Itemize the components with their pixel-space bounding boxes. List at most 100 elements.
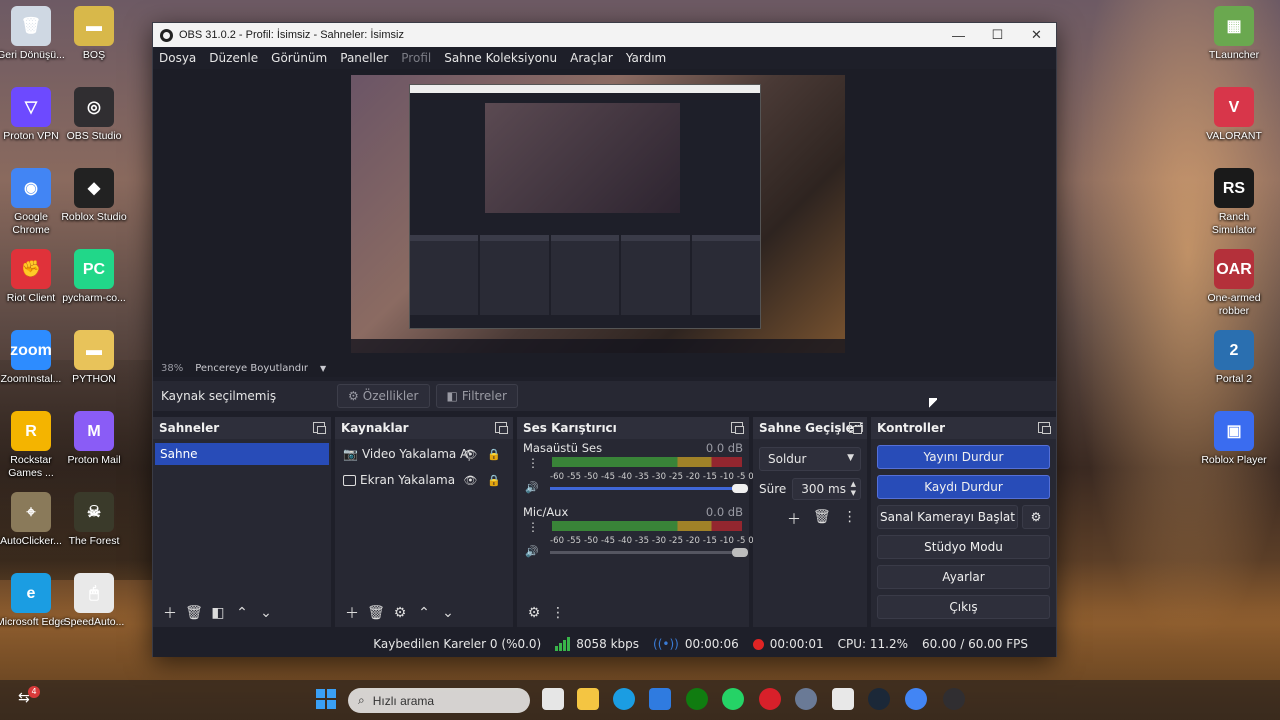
source-item[interactable]: Ekran Yakalama 👁 🔒 bbox=[335, 467, 513, 493]
desktop-icon[interactable]: ◆ Roblox Studio bbox=[58, 168, 130, 224]
menu-yardim[interactable]: Yardım bbox=[626, 51, 666, 65]
menu-duzenle[interactable]: Düzenle bbox=[209, 51, 258, 65]
menu-profil[interactable]: Profil bbox=[401, 51, 431, 65]
desktop-icon[interactable]: OAR One-armed robber bbox=[1198, 249, 1270, 318]
desktop-icon[interactable]: PC pycharm-co... bbox=[58, 249, 130, 305]
minimize-button[interactable]: — bbox=[939, 23, 978, 47]
speaker-icon[interactable]: 🔊 bbox=[525, 481, 539, 494]
transition-select[interactable]: Soldur ▼ bbox=[759, 447, 861, 471]
file-explorer-icon[interactable] bbox=[577, 688, 599, 710]
more-options-icon[interactable]: ⋮ bbox=[527, 521, 539, 533]
desktop-icon[interactable]: ▦ TLauncher bbox=[1198, 6, 1270, 62]
eye-icon[interactable]: 👁 bbox=[463, 474, 477, 487]
undock-icon[interactable] bbox=[1038, 422, 1051, 434]
gear-icon[interactable]: ⚙ bbox=[389, 605, 411, 621]
desktop-icon[interactable]: ▬ BOŞ bbox=[58, 6, 130, 62]
chrome-icon[interactable] bbox=[905, 688, 927, 710]
speaker-icon[interactable]: 🔊 bbox=[525, 545, 539, 558]
trash-icon[interactable]: 🗑 bbox=[183, 605, 205, 621]
settings-icon[interactable] bbox=[795, 688, 817, 710]
more-options-icon[interactable]: ⋮ bbox=[547, 605, 569, 621]
arrow-down-icon[interactable]: ⌄ bbox=[255, 605, 277, 621]
opera-icon[interactable] bbox=[759, 688, 781, 710]
menu-dosya[interactable]: Dosya bbox=[159, 51, 196, 65]
desktop-icon[interactable]: zoom ZoomInstal... bbox=[0, 330, 67, 386]
trash-icon[interactable]: 🗑 bbox=[813, 509, 831, 529]
xbox-icon[interactable] bbox=[686, 688, 708, 710]
more-options-icon[interactable]: ⋮ bbox=[843, 509, 857, 529]
stop-stream-button[interactable]: Yayını Durdur bbox=[877, 445, 1050, 469]
no-source-selected: Kaynak seçilmemiş bbox=[161, 389, 277, 403]
volume-slider[interactable] bbox=[550, 484, 748, 493]
lock-icon[interactable]: 🔒 bbox=[487, 474, 501, 487]
desktop-icon[interactable]: 🗑 Geri Dönüşü... bbox=[0, 6, 67, 62]
undock-icon[interactable] bbox=[313, 422, 326, 434]
steam-icon[interactable] bbox=[868, 688, 890, 710]
desktop-icon[interactable]: ▽ Proton VPN bbox=[0, 87, 67, 143]
undock-icon[interactable] bbox=[731, 422, 744, 434]
close-button[interactable]: ✕ bbox=[1017, 23, 1056, 47]
gear-icon[interactable]: ⚙ bbox=[523, 605, 545, 621]
desktop-icon[interactable]: ✊ Riot Client bbox=[0, 249, 67, 305]
menu-paneller[interactable]: Paneller bbox=[340, 51, 388, 65]
filters-button[interactable]: ◧ Filtreler bbox=[435, 384, 518, 408]
arrow-down-icon[interactable]: ⌄ bbox=[437, 605, 459, 621]
menu-araclar[interactable]: Araçlar bbox=[570, 51, 613, 65]
duration-input[interactable]: 300 ms ▲ ▼ bbox=[792, 478, 861, 500]
desktop-icon[interactable]: 2 Portal 2 bbox=[1198, 330, 1270, 386]
arrow-up-icon[interactable]: ⌃ bbox=[231, 605, 253, 621]
properties-button[interactable]: ⚙ Özellikler bbox=[337, 384, 430, 408]
eye-icon[interactable]: 👁 bbox=[463, 448, 477, 461]
edge-icon[interactable] bbox=[613, 688, 635, 710]
desktop-icon[interactable]: ⌖ AutoClicker... bbox=[0, 492, 67, 548]
menu-sahne-koleksiyonu[interactable]: Sahne Koleksiyonu bbox=[444, 51, 557, 65]
desktop-icon[interactable]: ◎ OBS Studio bbox=[58, 87, 130, 143]
obs-taskbar-icon[interactable] bbox=[943, 688, 965, 710]
undock-icon[interactable] bbox=[495, 422, 508, 434]
vpn-icon[interactable] bbox=[832, 688, 854, 710]
source-item[interactable]: 📷 Video Yakalama Aygıt 👁 🔒 bbox=[335, 441, 513, 467]
arrow-up-icon[interactable]: ⌃ bbox=[413, 605, 435, 621]
maximize-button[interactable]: ☐ bbox=[978, 23, 1017, 47]
scene-item[interactable]: Sahne bbox=[155, 443, 329, 465]
desktop-icon[interactable]: M Proton Mail bbox=[58, 411, 130, 467]
desktop-icon[interactable]: 🖱 SpeedAuto... bbox=[58, 573, 130, 629]
chevron-down-icon[interactable]: ▼ bbox=[320, 364, 326, 373]
app-icon: V bbox=[1214, 87, 1254, 127]
add-icon[interactable]: ＋ bbox=[787, 509, 801, 529]
whatsapp-icon[interactable] bbox=[722, 688, 744, 710]
slider-knob[interactable] bbox=[732, 548, 748, 557]
volume-slider[interactable] bbox=[550, 548, 748, 557]
store-icon[interactable] bbox=[649, 688, 671, 710]
desktop-icon[interactable]: e Microsoft Edge bbox=[0, 573, 67, 629]
lock-icon[interactable]: 🔒 bbox=[487, 448, 501, 461]
desktop-icon[interactable]: ☠ The Forest bbox=[58, 492, 130, 548]
desktop-icon[interactable]: V VALORANT bbox=[1198, 87, 1270, 143]
desktop-icon[interactable]: RS Ranch Simulator bbox=[1198, 168, 1270, 237]
virtual-camera-settings-button[interactable]: ⚙ bbox=[1022, 505, 1050, 529]
start-button[interactable] bbox=[316, 689, 336, 709]
stop-record-button[interactable]: Kaydı Durdur bbox=[877, 475, 1050, 499]
scale-mode-dropdown[interactable]: Pencereye Boyutlandır bbox=[195, 363, 308, 374]
title-bar[interactable]: OBS 31.0.2 - Profil: İsimsiz - Sahneler:… bbox=[153, 23, 1056, 47]
slider-knob[interactable] bbox=[732, 484, 748, 493]
settings-button[interactable]: Ayarlar bbox=[877, 565, 1050, 589]
trash-icon[interactable]: 🗑 bbox=[365, 605, 387, 621]
desktop-icon[interactable]: R Rockstar Games ... bbox=[0, 411, 67, 480]
studio-mode-button[interactable]: Stüdyo Modu bbox=[877, 535, 1050, 559]
taskbar-search[interactable]: ⌕ Hızlı arama bbox=[348, 688, 530, 713]
preview-canvas[interactable] bbox=[351, 75, 845, 353]
desktop-icon[interactable]: ▬ PYTHON bbox=[58, 330, 130, 386]
menu-gorunum[interactable]: Görünüm bbox=[271, 51, 327, 65]
desktop-icon[interactable]: ▣ Roblox Player bbox=[1198, 411, 1270, 467]
undock-icon[interactable] bbox=[849, 422, 862, 434]
desktop-icon[interactable]: ◉ Google Chrome bbox=[0, 168, 67, 237]
more-options-icon[interactable]: ⋮ bbox=[527, 457, 539, 469]
virtual-camera-button[interactable]: Sanal Kamerayı Başlat bbox=[877, 505, 1018, 529]
exit-button[interactable]: Çıkış bbox=[877, 595, 1050, 619]
spinner-icon[interactable]: ▲ ▼ bbox=[851, 480, 856, 498]
add-icon[interactable]: ＋ bbox=[159, 603, 181, 623]
add-icon[interactable]: ＋ bbox=[341, 603, 363, 623]
task-view-icon[interactable] bbox=[542, 688, 564, 710]
filter-icon[interactable]: ◧ bbox=[207, 605, 229, 621]
